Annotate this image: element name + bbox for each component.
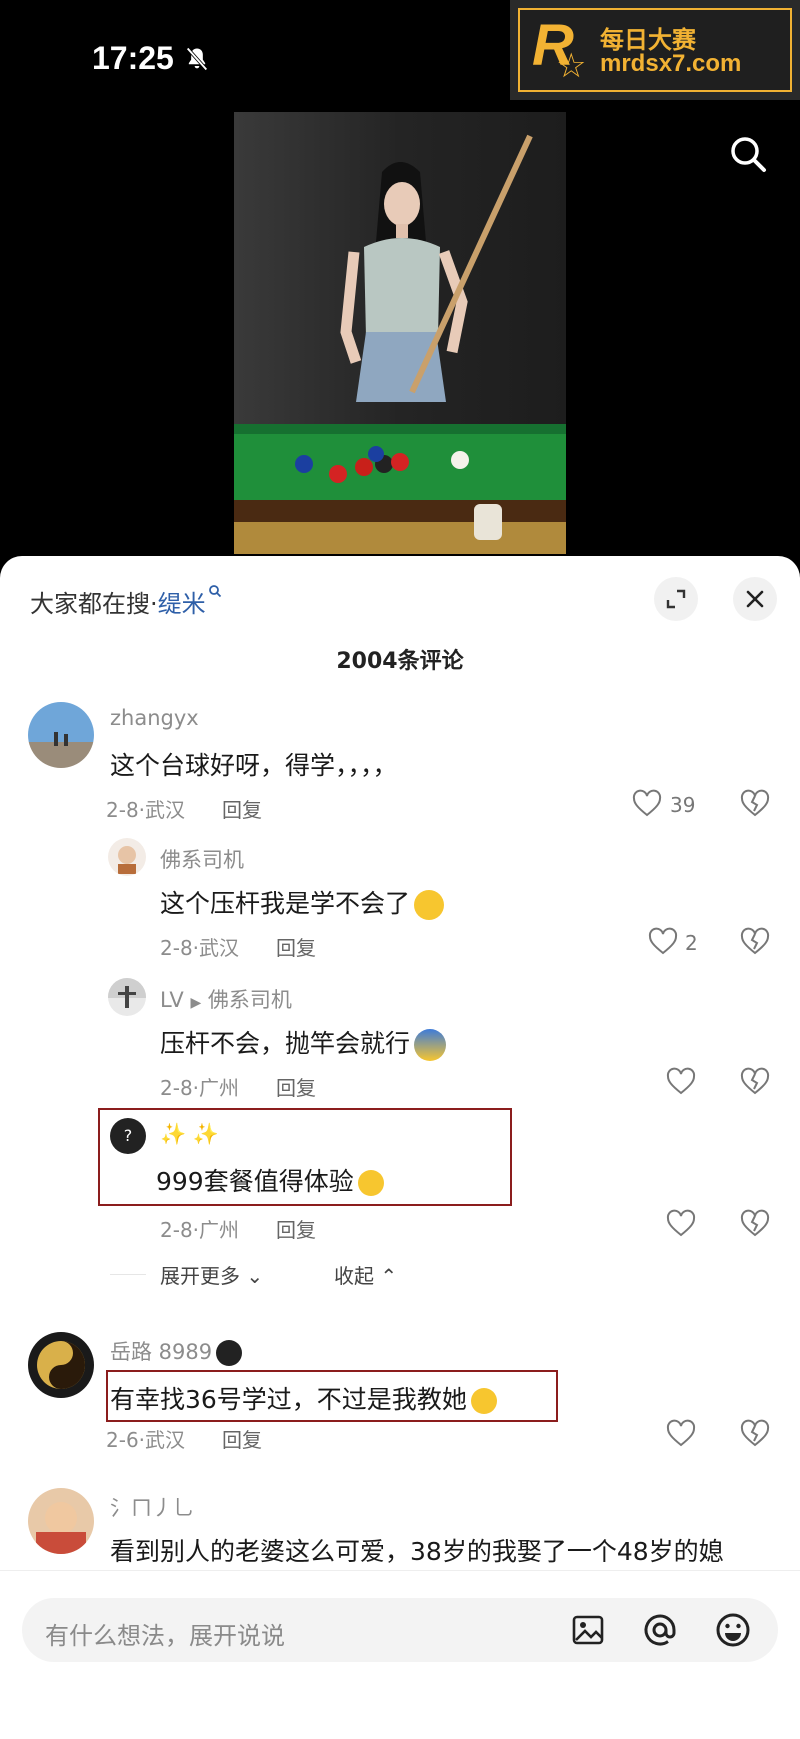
- broken-heart-icon[interactable]: [740, 1067, 770, 1097]
- broken-heart-icon[interactable]: [740, 1419, 770, 1449]
- comment-text: 999套餐值得体验: [156, 1162, 384, 1198]
- search-icon: [208, 585, 221, 598]
- broken-heart-icon[interactable]: [740, 927, 770, 957]
- like-count: 2: [685, 931, 698, 955]
- hot-search-prefix: 大家都在搜·: [30, 590, 158, 618]
- grin-emoji-icon: [470, 1388, 497, 1414]
- smiling-emoji-icon: [414, 890, 445, 920]
- broken-heart-icon[interactable]: [740, 789, 770, 819]
- heart-icon[interactable]: [666, 1209, 696, 1239]
- at-mention-icon[interactable]: [641, 1611, 679, 1649]
- comment-count: 2004条评论: [336, 649, 464, 674]
- reply-button[interactable]: 回复: [276, 1072, 316, 1101]
- expand-more-button[interactable]: 展开更多 ⌄: [160, 1260, 263, 1289]
- reply-arrow-icon: ▶: [190, 995, 202, 1011]
- heart-icon[interactable]: [666, 1067, 696, 1097]
- reply-to-username[interactable]: 佛系司机: [208, 988, 292, 1012]
- comment-meta: 2-8·广州: [160, 1076, 240, 1100]
- image-icon[interactable]: [570, 1612, 606, 1648]
- avatar[interactable]: [28, 1332, 94, 1398]
- avatar[interactable]: [28, 702, 94, 768]
- comment-text: 有幸找36号学过，不过是我教她: [110, 1380, 497, 1416]
- avatar-image: [28, 702, 94, 768]
- watermark-url: mrdsx7.com: [600, 50, 742, 77]
- comment-meta: 2-6·武汉: [106, 1428, 186, 1452]
- comment-meta: 2-8·武汉: [160, 936, 240, 960]
- chevron-up-icon: ⌃: [380, 1264, 398, 1288]
- reply-button[interactable]: 回复: [276, 1214, 316, 1243]
- yin-yang-avatar-image: [37, 1341, 85, 1389]
- avatar[interactable]: [28, 1488, 94, 1554]
- video-player[interactable]: [234, 112, 566, 554]
- question-mark-icon: ?: [123, 1126, 133, 1145]
- heart-icon[interactable]: [632, 789, 662, 819]
- comment-username[interactable]: zhangyx: [110, 706, 199, 730]
- emoji-icon[interactable]: [714, 1611, 752, 1649]
- comment-input-placeholder: 有什么想法，展开说说: [45, 1622, 285, 1650]
- divider: [110, 1274, 146, 1275]
- broken-heart-icon[interactable]: [740, 1209, 770, 1239]
- comment-text: 这个压杆我是学不会了: [160, 884, 445, 920]
- comment-username[interactable]: 氵ㄇ丿乚: [110, 1492, 194, 1522]
- comment-text: 看到别人的老婆这么可爱，38岁的我娶了一个48岁的媳: [110, 1537, 724, 1566]
- comment-username[interactable]: LV ▶ 佛系司机: [160, 984, 292, 1014]
- collapse-button[interactable]: 收起 ⌃: [334, 1260, 397, 1289]
- comment-text: 这个台球好呀，得学，，，，: [110, 751, 398, 780]
- video-frame: [234, 112, 566, 554]
- 8-ball-icon: [216, 1340, 243, 1366]
- hot-search[interactable]: 大家都在搜·缇米: [30, 584, 222, 619]
- reply-button[interactable]: 回复: [276, 932, 316, 961]
- muted-bell-icon: [186, 47, 208, 71]
- status-time: 17:25: [92, 40, 174, 76]
- heart-icon[interactable]: [666, 1419, 696, 1449]
- reply-button[interactable]: 回复: [222, 794, 262, 823]
- avatar[interactable]: ?: [110, 1118, 146, 1154]
- avatar-image: [108, 978, 146, 1008]
- chevron-down-icon: ⌄: [246, 1264, 264, 1288]
- comment-meta: 2-8·武汉: [106, 798, 186, 822]
- comment-text: 压杆不会，抛竿会就行: [160, 1024, 447, 1061]
- avatar[interactable]: [108, 838, 146, 876]
- avatar-image: [118, 846, 136, 874]
- comment-username[interactable]: 佛系司机: [160, 844, 244, 874]
- heart-icon[interactable]: [648, 927, 678, 957]
- like-count: 39: [670, 793, 696, 817]
- close-icon: [746, 590, 764, 608]
- comment-meta: 2-8·广州: [160, 1218, 240, 1242]
- avatar[interactable]: [108, 978, 146, 1016]
- smirk-emoji-icon: [357, 1170, 384, 1196]
- search-icon[interactable]: [726, 132, 770, 176]
- expand-icon: [666, 589, 686, 609]
- comment-username[interactable]: 岳路 8989: [110, 1336, 243, 1366]
- hot-search-keyword[interactable]: 缇米: [158, 590, 206, 618]
- fullscreen-button[interactable]: [654, 577, 698, 621]
- comment-username[interactable]: ✨ ✨: [160, 1122, 219, 1147]
- close-button[interactable]: [733, 577, 777, 621]
- cold-sweat-emoji-icon: [414, 1029, 447, 1061]
- avatar-image: [36, 1502, 86, 1554]
- star-icon: ☆: [556, 46, 587, 86]
- reply-button[interactable]: 回复: [222, 1424, 262, 1453]
